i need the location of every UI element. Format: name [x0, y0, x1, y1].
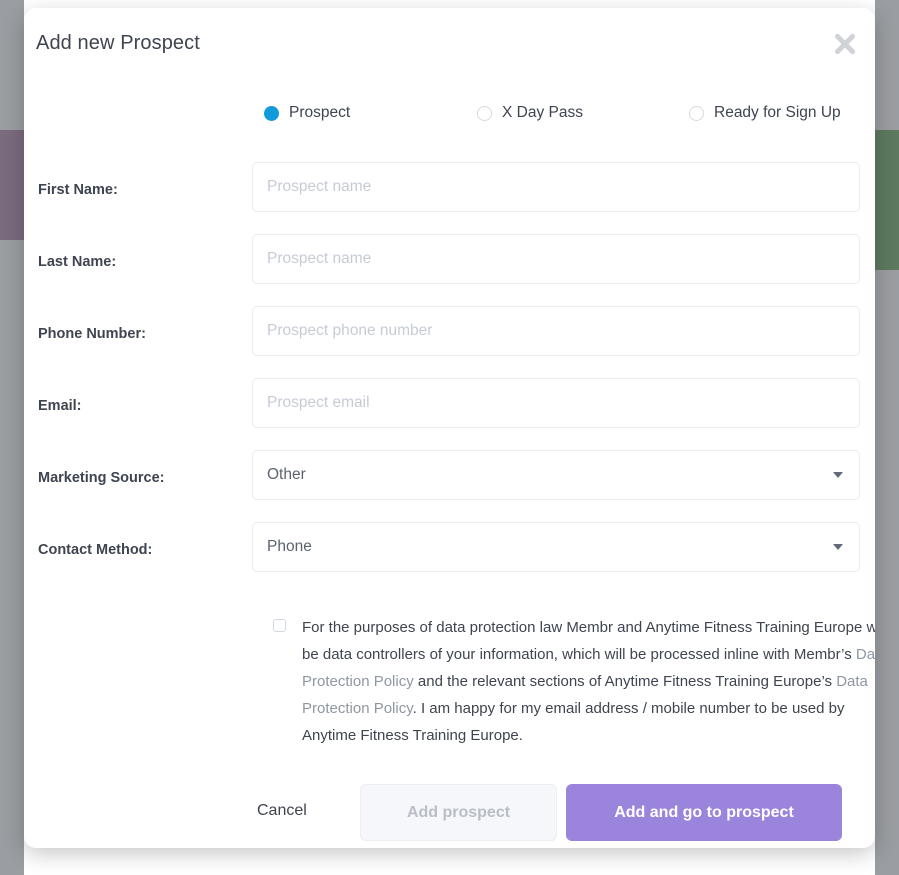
consent-checkbox[interactable]: [273, 619, 286, 632]
radio-icon-x-day-pass: [477, 105, 492, 121]
field-wrap-email: [252, 378, 860, 428]
radio-icon-ready-for-sign-up: [689, 105, 704, 121]
label-last-name: Last Name:: [38, 254, 117, 270]
add-prospect-button[interactable]: Add prospect: [360, 784, 557, 841]
form-row-phone-number: Phone Number:: [24, 300, 875, 372]
contact-method-value: Phone: [267, 538, 312, 555]
form-row-contact-method: Contact Method: Phone: [24, 516, 875, 588]
radio-option-ready-for-sign-up[interactable]: Ready for Sign Up: [689, 104, 864, 122]
marketing-source-select[interactable]: Other: [252, 450, 860, 500]
modal-header: Add new Prospect: [24, 8, 875, 82]
field-wrap-phone-number: [252, 306, 860, 356]
label-phone-number: Phone Number:: [38, 326, 146, 342]
page-title: Add new Prospect: [36, 32, 200, 54]
field-wrap-last-name: [252, 234, 860, 284]
close-button[interactable]: [825, 24, 865, 64]
email-input[interactable]: [252, 378, 860, 428]
prospect-form: First Name: Last Name: Phone Number: Ema…: [24, 156, 875, 588]
radio-label-prospect: Prospect: [289, 104, 351, 121]
contact-method-select[interactable]: Phone: [252, 522, 860, 572]
field-wrap-contact-method: Phone: [252, 522, 860, 572]
phone-number-input[interactable]: [252, 306, 860, 356]
radio-option-prospect[interactable]: Prospect: [264, 104, 477, 122]
close-icon: [834, 33, 856, 55]
modal-footer: Cancel Add prospect Add and go to prospe…: [24, 784, 875, 848]
backdrop-block-green: [875, 130, 899, 270]
label-email: Email:: [38, 398, 82, 414]
radio-label-x-day-pass: X Day Pass: [502, 104, 583, 121]
field-wrap-first-name: [252, 162, 860, 212]
cancel-button[interactable]: Cancel: [257, 802, 307, 820]
radio-label-ready-for-sign-up: Ready for Sign Up: [714, 104, 841, 121]
radio-icon-prospect: [264, 105, 279, 121]
form-row-email: Email:: [24, 372, 875, 444]
first-name-input[interactable]: [252, 162, 860, 212]
backdrop-block-purple: [0, 130, 24, 240]
form-row-first-name: First Name:: [24, 156, 875, 228]
last-name-input[interactable]: [252, 234, 860, 284]
label-marketing-source: Marketing Source:: [38, 470, 165, 486]
radio-option-x-day-pass[interactable]: X Day Pass: [477, 104, 689, 122]
consent-block: For the purposes of data protection law …: [273, 614, 875, 749]
marketing-source-value: Other: [267, 466, 306, 483]
label-contact-method: Contact Method:: [38, 542, 153, 558]
consent-text: For the purposes of data protection law …: [302, 614, 875, 749]
form-row-marketing-source: Marketing Source: Other: [24, 444, 875, 516]
add-prospect-modal: Add new Prospect Prospect X Day Pass Rea…: [24, 8, 875, 848]
label-first-name: First Name:: [38, 182, 118, 198]
form-row-last-name: Last Name:: [24, 228, 875, 300]
consent-text-part1: For the purposes of data protection law …: [302, 619, 875, 663]
chevron-down-icon: [833, 544, 843, 550]
consent-text-part2: and the relevant sections of Anytime Fit…: [413, 673, 837, 690]
add-and-go-to-prospect-button[interactable]: Add and go to prospect: [566, 784, 842, 841]
chevron-down-icon: [833, 472, 843, 478]
prospect-type-radio-group: Prospect X Day Pass Ready for Sign Up: [264, 104, 864, 122]
field-wrap-marketing-source: Other: [252, 450, 860, 500]
